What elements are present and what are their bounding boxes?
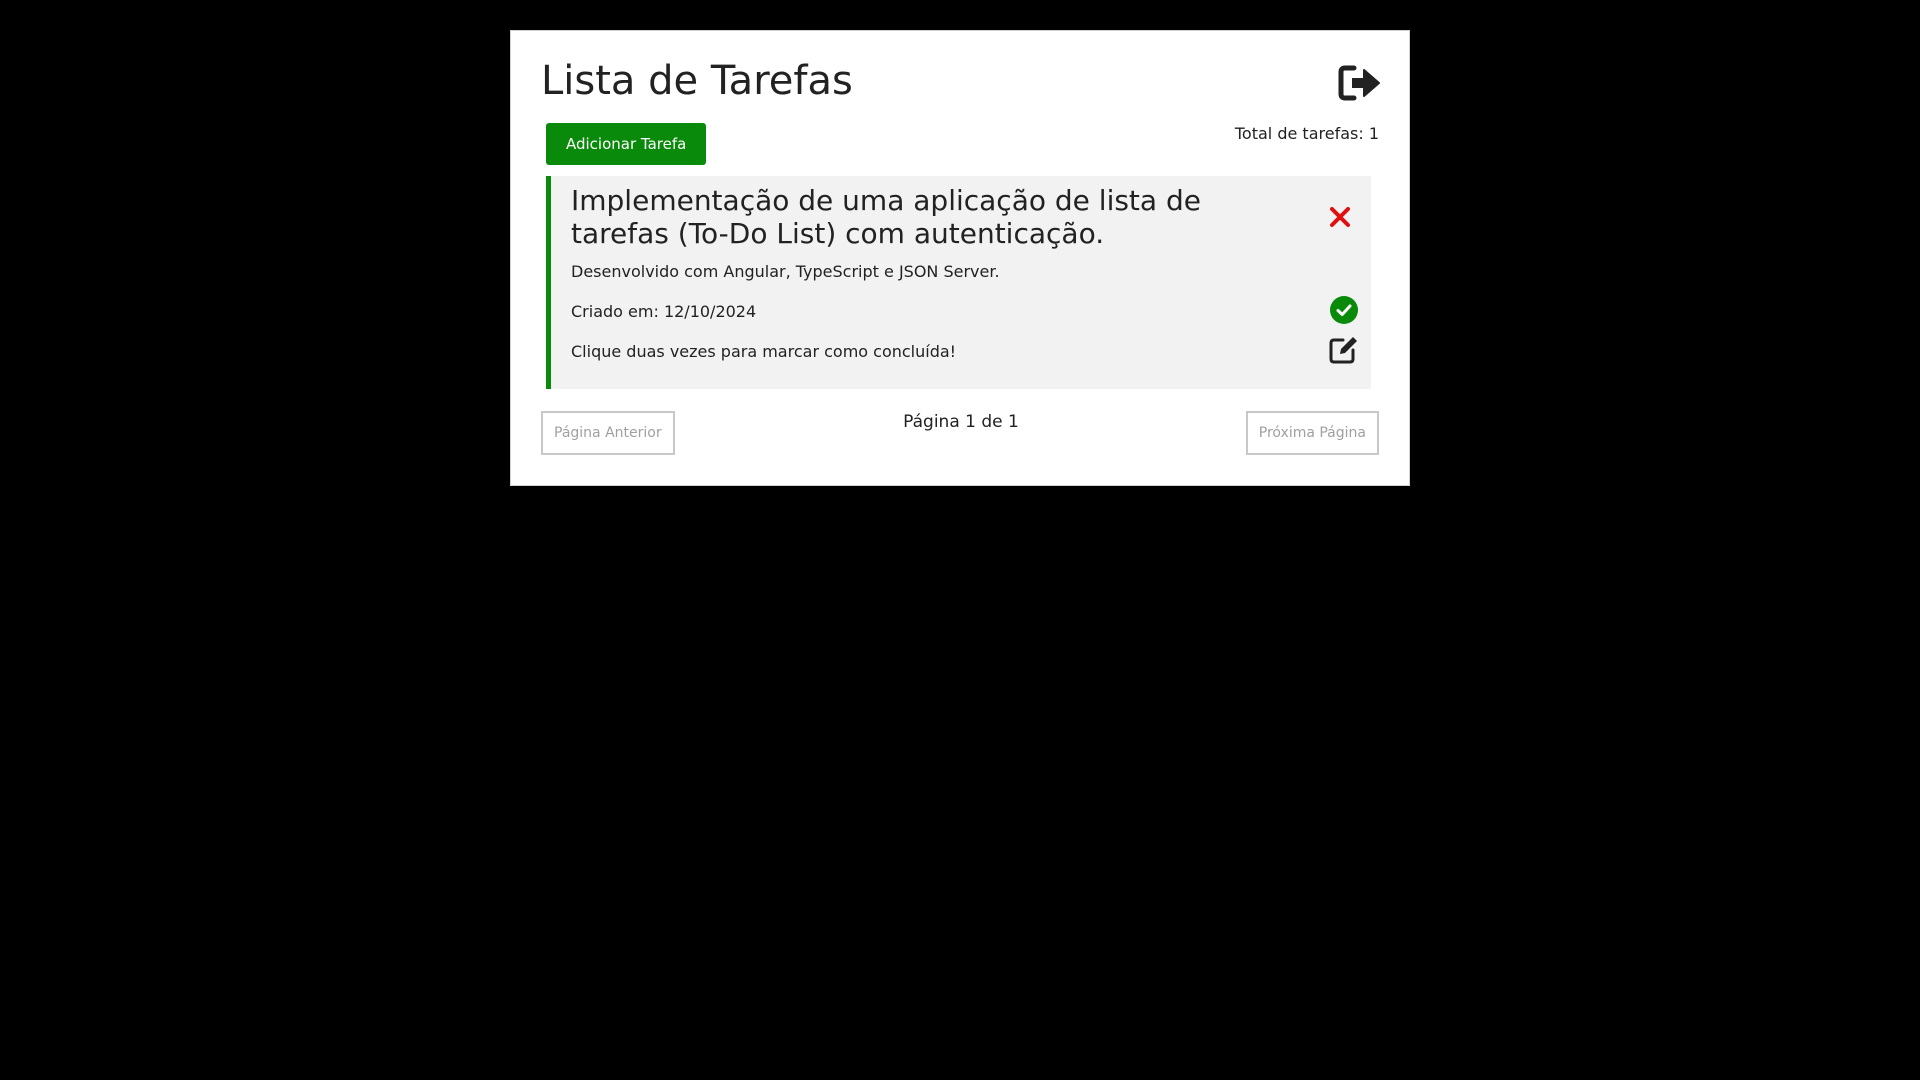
task-item[interactable]: Implementação de uma aplicação de lista … xyxy=(546,176,1371,389)
task-title: Implementação de uma aplicação de lista … xyxy=(571,184,1201,250)
task-created-date: Criado em: 12/10/2024 xyxy=(571,302,757,321)
task-hint: Clique duas vezes para marcar como concl… xyxy=(571,342,957,361)
page-title: Lista de Tarefas xyxy=(541,58,853,104)
total-tasks-label: Total de tarefas: 1 xyxy=(1234,124,1379,143)
edit-icon[interactable] xyxy=(1327,334,1359,366)
task-list-card: Lista de Tarefas Adicionar Tarefa Total … xyxy=(510,30,1410,486)
check-circle-icon[interactable] xyxy=(1329,295,1359,325)
close-icon[interactable] xyxy=(1329,206,1351,228)
next-page-button[interactable]: Próxima Página xyxy=(1245,411,1379,455)
task-description: Desenvolvido com Angular, TypeScript e J… xyxy=(571,262,1000,281)
add-task-button[interactable]: Adicionar Tarefa xyxy=(546,123,707,165)
sign-out-icon[interactable] xyxy=(1337,63,1381,103)
